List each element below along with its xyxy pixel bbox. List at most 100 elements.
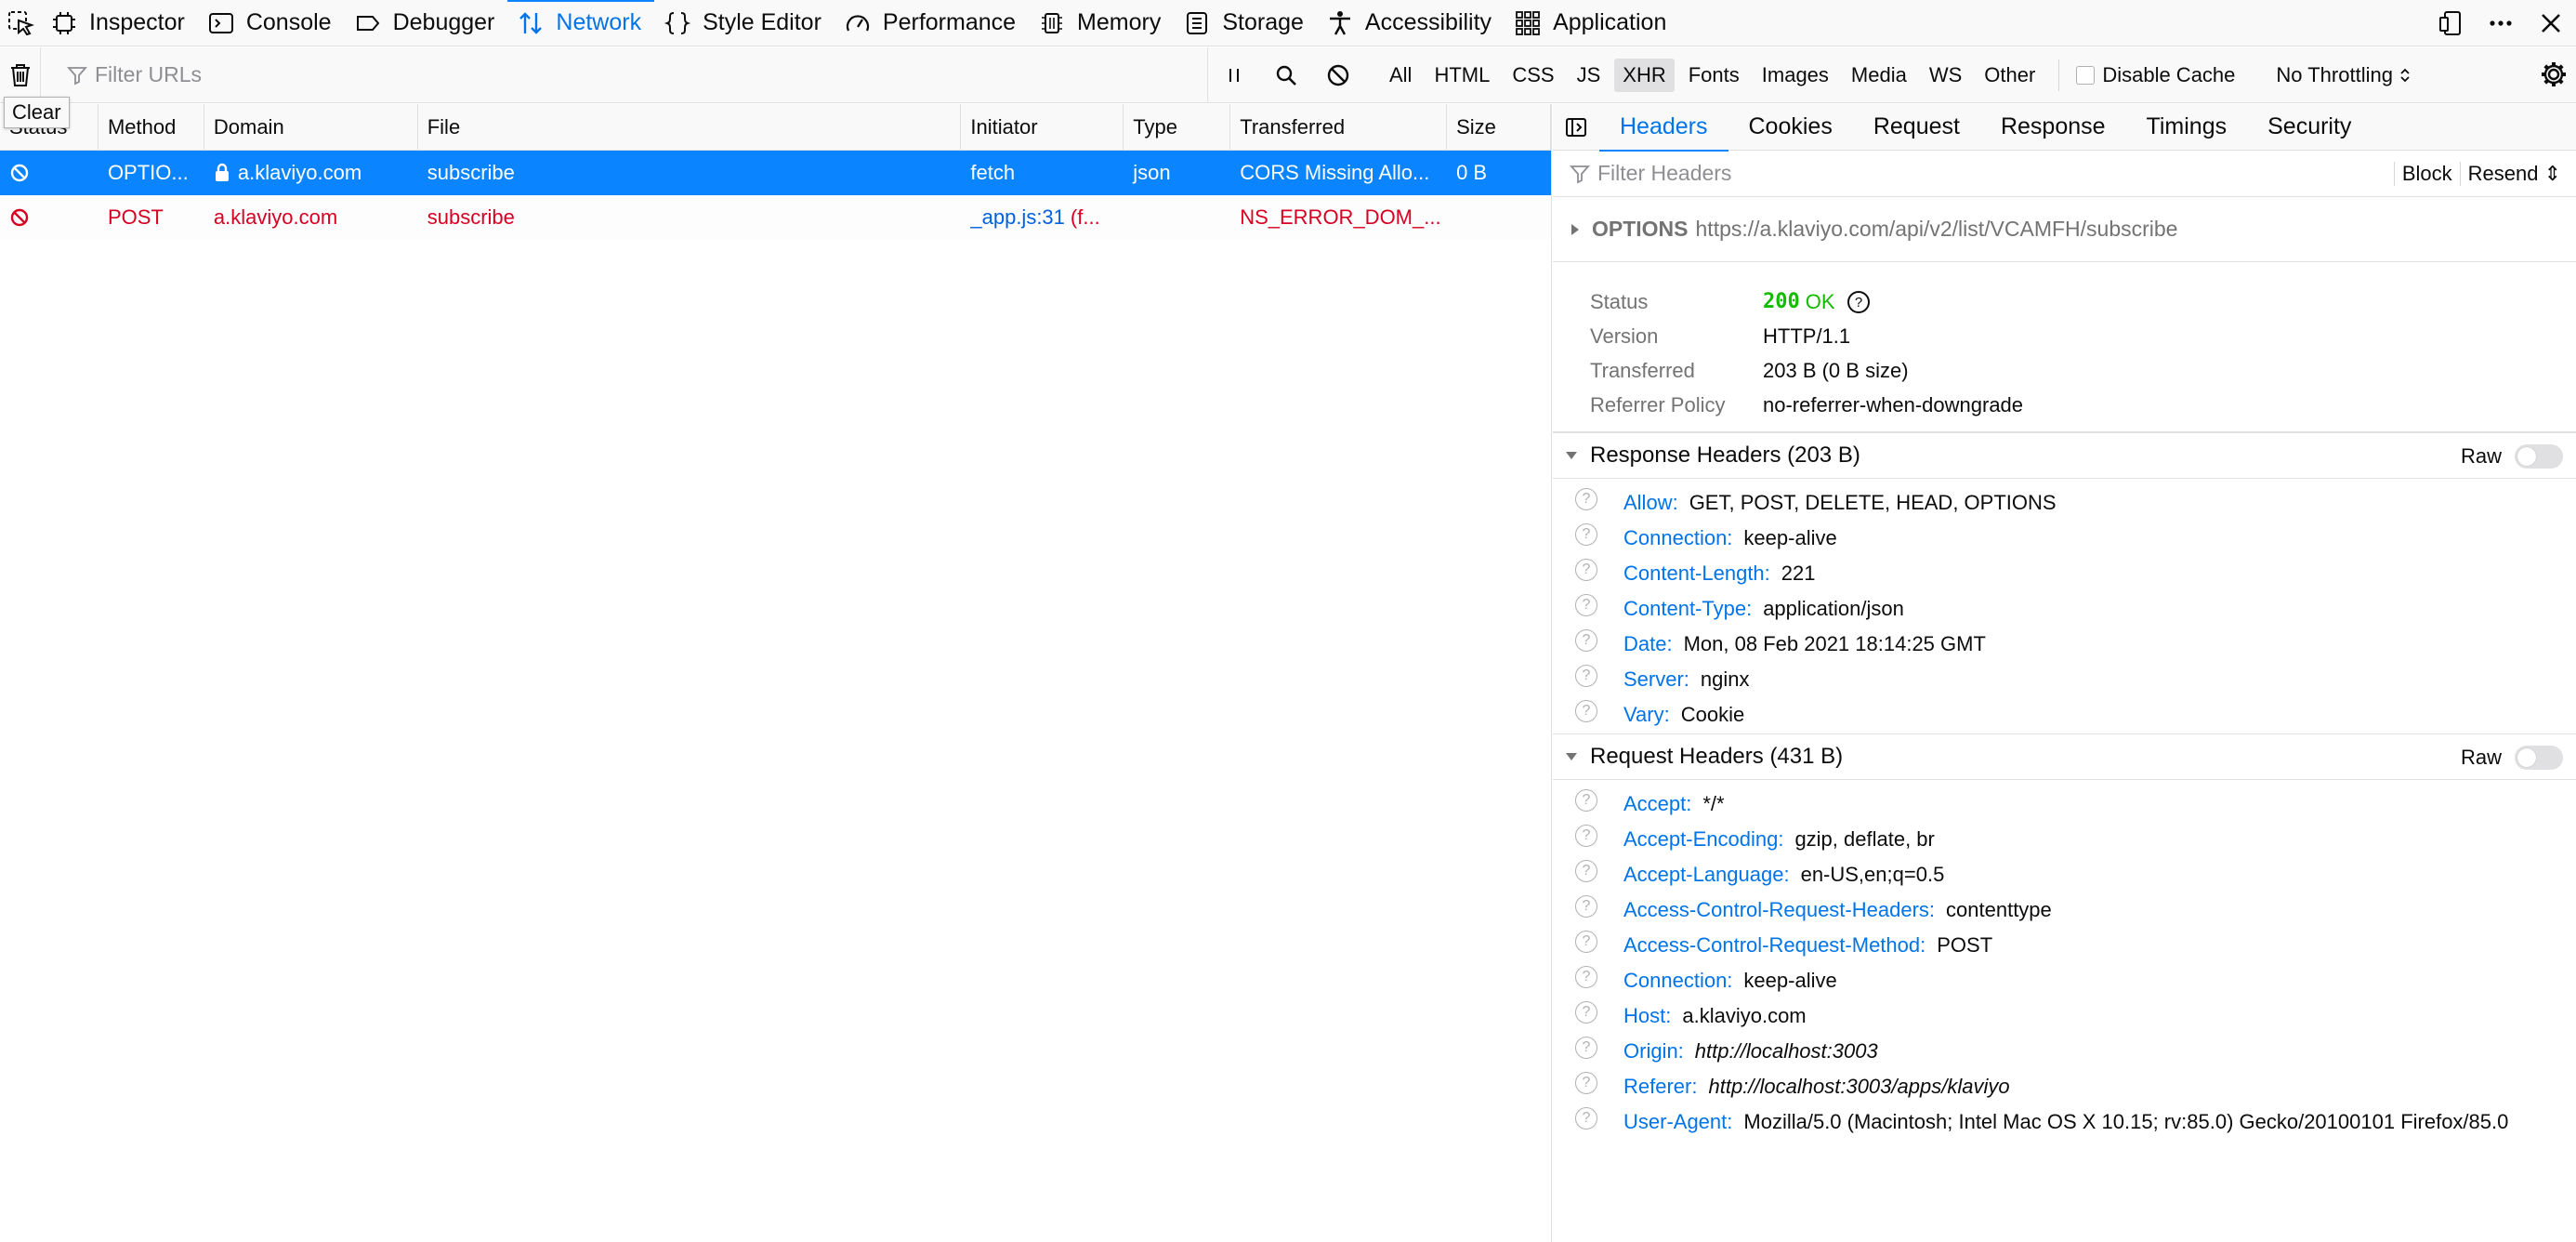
style-editor-icon bbox=[664, 11, 691, 34]
table-row[interactable]: OPTIO... a.klaviyo.com subscribe fetch j… bbox=[0, 151, 1551, 195]
header-row[interactable]: ? Vary: Cookie bbox=[1553, 694, 2576, 730]
filter-headers-input[interactable]: Filter Headers Block Resend ⇕ bbox=[1553, 151, 2576, 197]
request-headers-section[interactable]: Request Headers (431 B) Raw bbox=[1553, 733, 2576, 780]
checkbox-box[interactable] bbox=[2076, 65, 2096, 85]
tab-request[interactable]: Request bbox=[1853, 104, 1980, 151]
header-row[interactable]: ? Access-Control-Request-Method: POST bbox=[1553, 925, 2576, 960]
column-method[interactable]: Method bbox=[99, 104, 204, 150]
tab-debugger[interactable]: Debugger bbox=[345, 0, 508, 46]
help-icon[interactable]: ? bbox=[1575, 523, 1597, 546]
column-domain[interactable]: Domain bbox=[204, 104, 418, 150]
header-row[interactable]: ? Content-Type: application/json bbox=[1553, 588, 2576, 624]
header-row[interactable]: ? Content-Length: 221 bbox=[1553, 553, 2576, 588]
header-row[interactable]: ? Connection: keep-alive bbox=[1553, 518, 2576, 553]
column-size[interactable]: Size bbox=[1447, 104, 1551, 150]
filter-urls-input[interactable]: Filter URLs bbox=[41, 46, 1208, 103]
help-icon[interactable]: ? bbox=[1575, 966, 1597, 988]
table-row[interactable]: POST a.klaviyo.com subscribe _app.js:31(… bbox=[0, 195, 1551, 240]
close-icon[interactable] bbox=[2526, 9, 2576, 37]
resend-button[interactable]: Resend ⇕ bbox=[2459, 162, 2569, 186]
filter-xhr[interactable]: XHR bbox=[1614, 58, 1675, 92]
tab-memory[interactable]: Memory bbox=[1029, 0, 1174, 46]
sidebar-toggle-icon[interactable] bbox=[1553, 115, 1599, 139]
tab-cookies[interactable]: Cookies bbox=[1728, 104, 1853, 151]
element-picker-icon[interactable] bbox=[0, 0, 41, 46]
header-row[interactable]: ? Origin: http://localhost:3003 bbox=[1553, 1031, 2576, 1066]
help-icon[interactable]: ? bbox=[1575, 1001, 1597, 1024]
tab-inspector[interactable]: Inspector bbox=[41, 0, 198, 46]
initiator-link[interactable]: _app.js:31 bbox=[970, 205, 1065, 230]
column-initiator[interactable]: Initiator bbox=[961, 104, 1124, 150]
raw-switch[interactable] bbox=[2515, 746, 2563, 770]
column-transferred[interactable]: Transferred bbox=[1230, 104, 1448, 150]
raw-toggle[interactable]: Raw bbox=[2461, 433, 2563, 480]
filter-html[interactable]: HTML bbox=[1426, 59, 1498, 92]
header-row[interactable]: ? Date: Mon, 08 Feb 2021 18:14:25 GMT bbox=[1553, 624, 2576, 659]
help-icon[interactable]: ? bbox=[1847, 290, 1871, 314]
tab-storage[interactable]: Storage bbox=[1174, 0, 1317, 46]
header-value: application/json bbox=[1763, 597, 1904, 620]
settings-gear-icon[interactable] bbox=[2539, 59, 2569, 94]
header-row[interactable]: ? Connection: keep-alive bbox=[1553, 960, 2576, 996]
filter-css[interactable]: CSS bbox=[1504, 59, 1562, 92]
tab-headers[interactable]: Headers bbox=[1599, 104, 1728, 152]
filter-fonts[interactable]: Fonts bbox=[1680, 59, 1748, 92]
help-icon[interactable]: ? bbox=[1575, 931, 1597, 953]
raw-switch[interactable] bbox=[2515, 444, 2563, 469]
request-summary[interactable]: OPTIONS https://a.klaviyo.com/api/v2/lis… bbox=[1553, 197, 2576, 262]
help-icon[interactable]: ? bbox=[1575, 1107, 1597, 1130]
tab-security[interactable]: Security bbox=[2247, 104, 2372, 151]
filter-all[interactable]: All bbox=[1381, 59, 1420, 92]
help-icon[interactable]: ? bbox=[1575, 1037, 1597, 1059]
responsive-design-icon[interactable] bbox=[2425, 9, 2476, 37]
filter-images[interactable]: Images bbox=[1754, 59, 1837, 92]
help-icon[interactable]: ? bbox=[1575, 825, 1597, 847]
help-icon[interactable]: ? bbox=[1575, 629, 1597, 652]
referrer-value: no-referrer-when-downgrade bbox=[1763, 392, 2024, 416]
filter-media[interactable]: Media bbox=[1843, 59, 1915, 92]
raw-toggle[interactable]: Raw bbox=[2461, 734, 2563, 781]
clear-button[interactable] bbox=[0, 46, 41, 103]
help-icon[interactable]: ? bbox=[1575, 1072, 1597, 1094]
tab-accessibility[interactable]: Accessibility bbox=[1317, 0, 1505, 46]
header-row[interactable]: ? Accept: */* bbox=[1553, 784, 2576, 819]
pause-icon[interactable] bbox=[1208, 65, 1260, 86]
column-file[interactable]: File bbox=[418, 104, 962, 150]
block-icon[interactable] bbox=[1312, 63, 1364, 87]
more-options-icon[interactable] bbox=[2476, 9, 2526, 37]
help-icon[interactable]: ? bbox=[1575, 895, 1597, 918]
header-row[interactable]: ? Host: a.klaviyo.com bbox=[1553, 996, 2576, 1031]
tab-performance[interactable]: Performance bbox=[835, 0, 1029, 46]
help-icon[interactable]: ? bbox=[1575, 700, 1597, 722]
header-row[interactable]: ? Allow: GET, POST, DELETE, HEAD, OPTIONS bbox=[1553, 482, 2576, 518]
header-row[interactable]: ? Access-Control-Request-Headers: contentt… bbox=[1553, 890, 2576, 925]
search-icon[interactable] bbox=[1260, 63, 1312, 87]
tab-application[interactable]: Application bbox=[1505, 0, 1679, 46]
disable-cache-checkbox[interactable]: Disable Cache bbox=[2076, 63, 2235, 87]
filter-js[interactable]: JS bbox=[1569, 59, 1610, 92]
help-icon[interactable]: ? bbox=[1575, 665, 1597, 687]
filter-other[interactable]: Other bbox=[1976, 59, 2044, 92]
block-button[interactable]: Block bbox=[2393, 162, 2460, 186]
column-type[interactable]: Type bbox=[1124, 104, 1231, 150]
header-row[interactable]: ? Server: nginx bbox=[1553, 659, 2576, 694]
header-row[interactable]: ? Accept-Encoding: gzip, deflate, br bbox=[1553, 819, 2576, 854]
help-icon[interactable]: ? bbox=[1575, 559, 1597, 581]
tab-timings[interactable]: Timings bbox=[2126, 104, 2248, 151]
help-icon[interactable]: ? bbox=[1575, 488, 1597, 510]
application-icon bbox=[1516, 10, 1540, 35]
tab-network[interactable]: Network bbox=[507, 0, 654, 46]
tab-response[interactable]: Response bbox=[1980, 104, 2126, 151]
tab-style-editor[interactable]: Style Editor bbox=[654, 0, 835, 46]
throttling-select[interactable]: No Throttling bbox=[2276, 63, 2412, 87]
header-row[interactable]: ? User-Agent: Mozilla/5.0 (Macintosh; Inte… bbox=[1553, 1102, 2576, 1137]
filter-ws[interactable]: WS bbox=[1921, 59, 1970, 92]
help-icon[interactable]: ? bbox=[1575, 860, 1597, 882]
header-row[interactable]: ? Referer: http://localhost:3003/apps/klav… bbox=[1553, 1066, 2576, 1102]
help-icon[interactable]: ? bbox=[1575, 594, 1597, 616]
help-icon[interactable]: ? bbox=[1575, 789, 1597, 812]
response-headers-section[interactable]: Response Headers (203 B) Raw bbox=[1553, 432, 2576, 479]
header-row[interactable]: ? Accept-Language: en-US,en;q=0.5 bbox=[1553, 854, 2576, 890]
tab-console[interactable]: Console bbox=[198, 0, 345, 46]
header-name: Allow: bbox=[1623, 491, 1678, 514]
